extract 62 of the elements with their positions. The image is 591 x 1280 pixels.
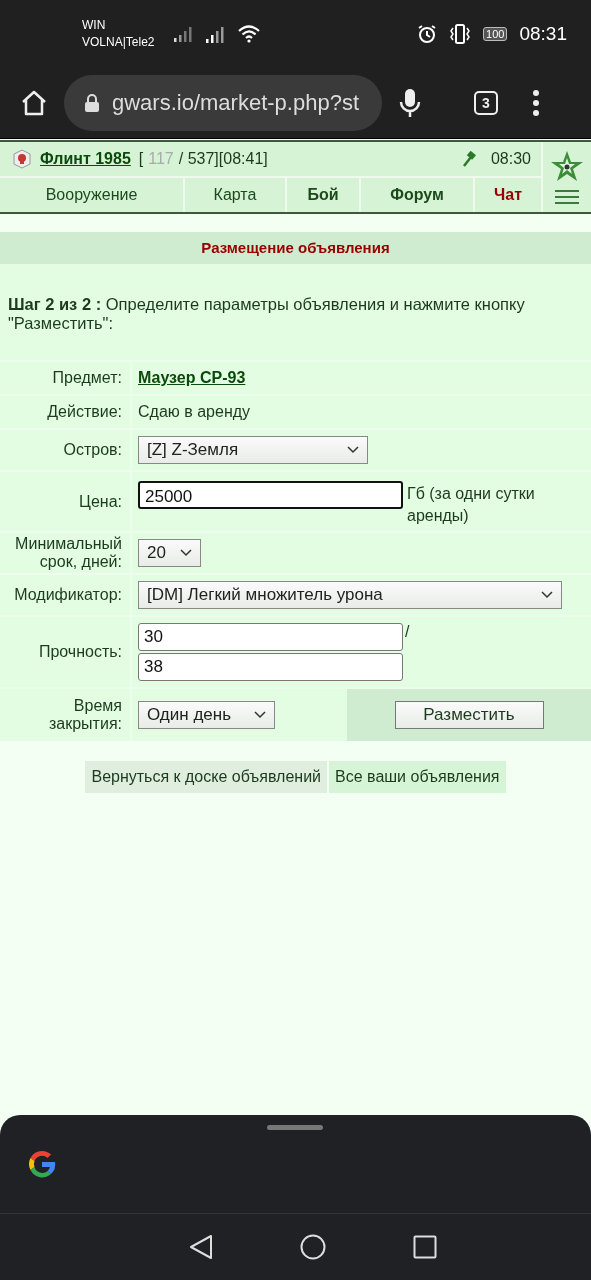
google-icon[interactable] xyxy=(26,1148,58,1180)
alarm-icon xyxy=(417,24,438,44)
star-icon[interactable] xyxy=(550,149,584,183)
durability-field[interactable]: 30 xyxy=(138,623,403,651)
battery-icon: 100 xyxy=(483,27,508,41)
field-label: Действие: xyxy=(47,403,122,421)
back-icon[interactable] xyxy=(188,1234,213,1260)
nav-link[interactable]: Все ваши объявления xyxy=(329,761,506,793)
lock-icon xyxy=(84,93,100,113)
signal-icon xyxy=(204,25,225,43)
clock: 08:31 xyxy=(519,23,567,45)
hammer-icon xyxy=(461,151,476,167)
dropdown[interactable]: [Z] Z-Земля xyxy=(138,436,368,464)
nav-link[interactable]: Вернуться к доске объявлений xyxy=(85,761,328,793)
nav-link[interactable]: Вооружение xyxy=(0,178,185,212)
field-label: Модификатор: xyxy=(14,586,122,604)
wifi-icon xyxy=(236,25,261,43)
field-label: Минимальный срок, дней: xyxy=(14,535,122,571)
field-value: Сдаю в аренду xyxy=(138,403,251,421)
home-icon[interactable] xyxy=(300,1234,326,1260)
submit-button[interactable]: Разместить xyxy=(394,701,544,729)
tab-count-button[interactable]: 3 xyxy=(474,91,498,115)
drag-handle[interactable] xyxy=(267,1125,323,1130)
recents-icon[interactable] xyxy=(413,1235,438,1259)
more-icon[interactable] xyxy=(532,90,540,116)
nav-link[interactable]: Форум xyxy=(361,178,475,212)
chevron-icon xyxy=(179,549,192,557)
player-link[interactable]: Флинт 1985 xyxy=(40,150,131,168)
signal-icon xyxy=(172,26,193,42)
health-total: / 537][08:41] xyxy=(178,150,268,168)
item-link[interactable]: Маузер СР-93 xyxy=(138,369,246,387)
nav-link[interactable]: Бой xyxy=(287,178,361,212)
microphone-icon[interactable] xyxy=(398,88,422,118)
bracket: [ xyxy=(138,150,144,168)
step-instructions: Шаг 2 из 2 : Определите параметры объявления и нажмите кнопку "Разместить": xyxy=(7,294,526,334)
chevron-icon xyxy=(541,591,553,599)
nav-link[interactable]: Чат xyxy=(475,178,541,212)
server-time: 08:30 xyxy=(490,150,531,168)
chevron-icon xyxy=(347,446,359,454)
dropdown[interactable]: Один день xyxy=(138,701,275,729)
field-label: Остров: xyxy=(63,441,122,459)
field-label: Прочность: xyxy=(38,643,122,661)
dropdown[interactable]: [DM] Легкий множитель урона xyxy=(138,581,562,609)
durability-field[interactable]: 38 xyxy=(138,653,403,681)
address-bar[interactable]: gwars.io/market-p.php?st xyxy=(64,75,382,131)
menu-icon[interactable] xyxy=(555,189,579,205)
field-label: Предмет: xyxy=(52,369,122,387)
nav-link[interactable]: Карта xyxy=(185,178,287,212)
clan-emblem-icon xyxy=(12,149,32,169)
carrier-name: WIN xyxy=(82,17,107,34)
carrier-name: VOLNA|Tele2 xyxy=(82,34,155,51)
separator: / xyxy=(405,623,410,641)
dropdown[interactable]: 20 xyxy=(138,539,201,567)
chevron-icon xyxy=(254,711,266,719)
field-label: Цена: xyxy=(79,492,122,511)
price-unit: Гб (за одни сутки аренды) xyxy=(407,484,536,526)
home-icon[interactable] xyxy=(20,89,48,117)
field-label: Время закрытия: xyxy=(48,697,122,733)
price-field[interactable]: 25000 xyxy=(138,481,403,509)
health-current: 117 xyxy=(148,150,174,168)
panel-title: Размещение объявления xyxy=(0,232,591,264)
vibrate-icon xyxy=(449,24,472,44)
